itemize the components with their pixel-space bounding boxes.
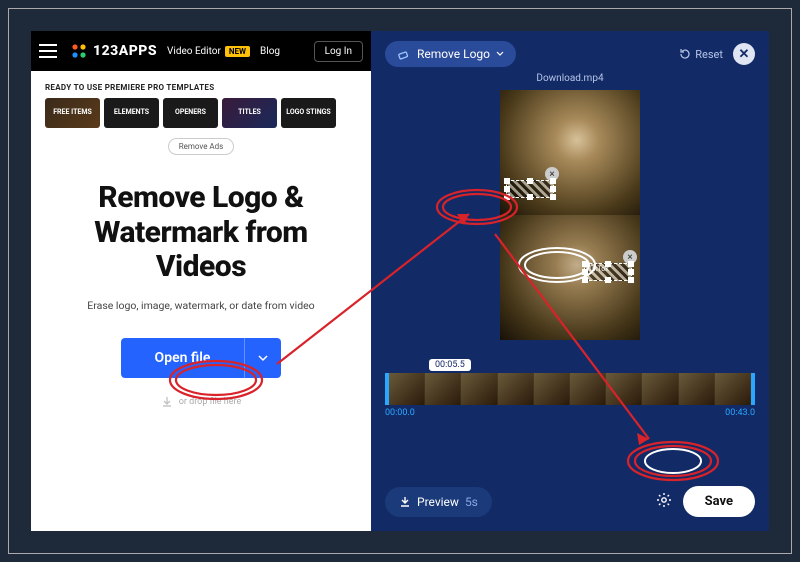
reset-icon: [679, 48, 691, 60]
open-file-button[interactable]: Open file: [121, 338, 282, 378]
menu-icon[interactable]: [39, 40, 61, 62]
video-preview[interactable]: × × TikTok: [500, 90, 640, 340]
timeline-area: 00:05.5 00:00.0 00:43.0: [385, 352, 755, 418]
chevron-down-icon: [257, 352, 269, 364]
preview-top-half: ×: [500, 90, 640, 215]
settings-button[interactable]: [655, 491, 673, 513]
open-file-dropdown[interactable]: [244, 338, 281, 378]
eraser-icon: [397, 47, 411, 61]
hero-title: Remove Logo & Watermark from Videos: [94, 181, 307, 285]
drop-hint: or drop file here: [161, 396, 242, 408]
remove-ads-button[interactable]: Remove Ads: [168, 138, 235, 155]
clip-time-badge: 00:05.5: [429, 359, 471, 371]
login-button[interactable]: Log In: [314, 41, 363, 62]
preview-bottom-half: × TikTok: [500, 215, 640, 340]
nav-video-editor[interactable]: Video Editor NEW: [167, 46, 250, 57]
caret-down-icon: [496, 50, 504, 58]
save-button[interactable]: Save: [683, 486, 755, 517]
editor-topbar: Remove Logo Reset ✕: [371, 31, 769, 77]
preview-seconds: 5s: [465, 495, 478, 509]
editor-bottom-bar: Preview 5s Save: [371, 472, 769, 531]
templates-heading: READY TO USE PREMIERE PRO TEMPLATES: [45, 83, 357, 92]
selection-box-2[interactable]: × TikTok: [584, 263, 632, 281]
timeline[interactable]: [385, 373, 755, 405]
brand-text: 123APPS: [93, 43, 157, 59]
selection-box-1[interactable]: ×: [506, 180, 554, 198]
templates-row: FREE ITEMS ELEMENTS OPENERS TITLES LOGO …: [45, 98, 357, 128]
brand-logo[interactable]: 123APPS: [71, 43, 157, 59]
template-elements[interactable]: ELEMENTS: [104, 98, 159, 128]
preview-button[interactable]: Preview 5s: [385, 487, 492, 517]
close-button[interactable]: ✕: [733, 43, 755, 65]
selection-2-label: TikTok: [588, 265, 609, 273]
timeline-labels: 00:00.0 00:43.0: [385, 408, 755, 418]
new-badge: NEW: [225, 46, 250, 57]
current-filename: Download.mp4: [371, 73, 769, 84]
remove-logo-dropdown[interactable]: Remove Logo: [385, 41, 516, 67]
template-titles[interactable]: TITLES: [222, 98, 277, 128]
nav-blog[interactable]: Blog: [260, 46, 280, 57]
templates-section: READY TO USE PREMIERE PRO TEMPLATES FREE…: [31, 71, 371, 155]
hero: Remove Logo & Watermark from Videos Eras…: [31, 155, 371, 531]
open-file-label: Open file: [121, 338, 245, 378]
download-icon: [161, 396, 173, 408]
template-free-items[interactable]: FREE ITEMS: [45, 98, 100, 128]
time-start: 00:00.0: [385, 408, 415, 418]
brand-dots-icon: [71, 43, 87, 59]
template-openers[interactable]: OPENERS: [163, 98, 218, 128]
gear-icon: [655, 491, 673, 509]
time-end: 00:43.0: [725, 408, 755, 418]
editor-pane: Remove Logo Reset ✕ Download.mp4 ×: [371, 31, 769, 531]
download-icon: [399, 496, 411, 508]
reset-button[interactable]: Reset: [679, 48, 723, 61]
top-nav: 123APPS Video Editor NEW Blog Log In: [31, 31, 371, 71]
template-logo-stings[interactable]: LOGO STINGS: [281, 98, 336, 128]
landing-pane: 123APPS Video Editor NEW Blog Log In REA…: [31, 31, 371, 531]
close-icon: ✕: [739, 47, 750, 62]
hero-subtitle: Erase logo, image, watermark, or date fr…: [87, 299, 314, 312]
